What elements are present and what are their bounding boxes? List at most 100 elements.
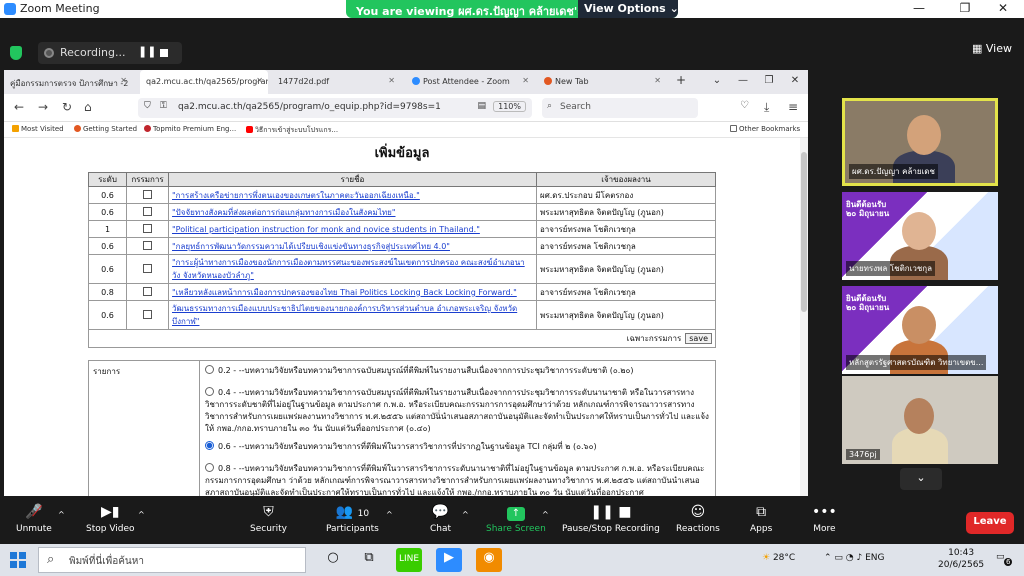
- back-arrow-icon[interactable]: ←: [14, 100, 24, 114]
- stop-recording-icon[interactable]: [160, 49, 168, 57]
- windows-start-icon[interactable]: [10, 552, 26, 568]
- unmute-button[interactable]: 🎤̸ Unmute: [16, 504, 52, 534]
- share-screen-button[interactable]: ↑ Share Screen: [486, 504, 546, 534]
- chat-chevron-icon[interactable]: ^: [462, 510, 469, 519]
- bookmark-other[interactable]: Other Bookmarks: [730, 125, 800, 133]
- zoom-level-badge[interactable]: 110%: [493, 101, 526, 112]
- browser-close-button[interactable]: ✕: [782, 70, 808, 86]
- radio-0-6-selected[interactable]: [205, 441, 214, 450]
- restore-button[interactable]: ❐: [950, 1, 980, 15]
- close-tab-icon[interactable]: ✕: [256, 76, 263, 85]
- tray-icons[interactable]: ⌃ ▭ ◔ ♪ ENG: [824, 553, 884, 563]
- menu-icon[interactable]: ≡: [788, 100, 798, 114]
- browser-restore-button[interactable]: ❐: [756, 70, 782, 86]
- home-icon[interactable]: ⌂: [84, 100, 92, 114]
- work-link[interactable]: "ปัจจัยทางสังคมที่ส่งผลต่อการก่อแกลุ่มทา…: [172, 208, 396, 217]
- gallery-next-button[interactable]: ⌄: [900, 468, 942, 490]
- zoom-app-icon[interactable]: ▶: [436, 548, 462, 572]
- tab-pdf[interactable]: 1477d2d.pdf ✕: [272, 70, 400, 94]
- committee-checkbox[interactable]: [143, 240, 152, 250]
- download-icon[interactable]: ⤓: [764, 100, 769, 115]
- save-button[interactable]: save: [685, 333, 712, 344]
- work-link[interactable]: "Political participation instruction for…: [172, 225, 480, 234]
- apps-button[interactable]: ⧉ Apps: [750, 504, 772, 534]
- committee-checkbox[interactable]: [143, 286, 152, 296]
- reactions-button[interactable]: ☺ Reactions: [676, 504, 720, 534]
- committee-checkbox[interactable]: [143, 223, 152, 233]
- tab-post-attendee[interactable]: Post Attendee - Zoom ✕: [406, 70, 534, 94]
- work-link[interactable]: วัฒนธรรมทางการเมืองแบบประชาธิปไตยของนายก…: [172, 304, 517, 326]
- committee-checkbox[interactable]: [143, 206, 152, 216]
- close-tab-icon[interactable]: ✕: [654, 76, 661, 85]
- work-link[interactable]: "เหลียวหลังแลหน้าการเมืองการปกครองของไทย…: [172, 288, 517, 297]
- weather-widget[interactable]: ☀ 28°C: [762, 553, 795, 563]
- video-options-chevron-icon[interactable]: ^: [138, 510, 145, 519]
- reader-view-icon[interactable]: ▤: [477, 101, 486, 111]
- pocket-icon[interactable]: ♡: [740, 100, 749, 111]
- zoom-logo-icon: [4, 3, 16, 15]
- minimize-button[interactable]: —: [904, 1, 934, 15]
- security-button[interactable]: ⛨ Security: [250, 504, 287, 534]
- work-link[interactable]: "กลยุทธ์การพัฒนาวัดกรรมความได้เปรียบเชิง…: [172, 242, 450, 251]
- option-0-8[interactable]: 0.8 - --บทความวิจัยหรือบทความวิชาการที่ต…: [205, 463, 711, 496]
- participant-tile[interactable]: 3476pj: [842, 376, 998, 464]
- view-button[interactable]: ▦ View: [972, 42, 1012, 55]
- option-0-6[interactable]: 0.6 - --บทความวิจัยหรือบทความวิชาการที่ต…: [205, 441, 711, 453]
- encryption-shield-icon[interactable]: [10, 46, 22, 60]
- participants-chevron-icon[interactable]: ^: [386, 510, 393, 519]
- tab-label: qa2.mcu.ac.th/qa2565/program/o_eq: [146, 77, 268, 86]
- participant-tile[interactable]: ยินดีต้อนรับ ๒๐ มิถุนายน นายทรงพล โชติกเว…: [842, 192, 998, 280]
- notification-center-icon[interactable]: ▭ 6: [996, 552, 1014, 568]
- list-tabs-icon[interactable]: ⌄: [704, 70, 730, 86]
- bookmark-youtube[interactable]: วิธีการเข้าสู่ระบบโปรแกร...: [246, 125, 338, 136]
- line-app-icon[interactable]: LINE: [396, 548, 422, 572]
- participant-tile[interactable]: ยินดีต้อนรับ ๒๐ มิถุนายน หลักสูตรรัฐศาสตร…: [842, 286, 998, 374]
- radio-0-2[interactable]: [205, 365, 214, 374]
- radio-0-4[interactable]: [205, 387, 214, 396]
- participant-tile-speaking[interactable]: ผศ.ดร.ปัญญา คล้ายเดช: [842, 98, 998, 186]
- close-tab-icon[interactable]: ✕: [388, 76, 395, 85]
- close-button[interactable]: ✕: [988, 1, 1018, 15]
- participants-button[interactable]: 👥 10 Participants: [326, 504, 379, 534]
- scrollbar-thumb[interactable]: [801, 152, 807, 312]
- close-tab-icon[interactable]: ✕: [120, 76, 127, 85]
- chat-button[interactable]: 💬 Chat: [430, 504, 451, 534]
- bookmark-most-visited[interactable]: Most Visited: [12, 125, 64, 133]
- close-tab-icon[interactable]: ✕: [522, 76, 529, 85]
- forward-arrow-icon[interactable]: →: [38, 100, 48, 114]
- bookmark-getting-started[interactable]: Getting Started: [74, 125, 137, 133]
- taskbar-search-box[interactable]: ⌕ พิมพ์ที่นี่เพื่อค้นหา: [38, 547, 306, 573]
- pause-stop-recording-button[interactable]: ❚❚ ■ Pause/Stop Recording: [562, 504, 660, 534]
- option-0-4[interactable]: 0.4 - --บทความวิจัยหรือบทความวิชาการฉบับ…: [205, 387, 711, 435]
- committee-checkbox[interactable]: [143, 189, 152, 199]
- tab-manual[interactable]: คู่มือกรรมการตรวจ ป้ภารศึกษา -2 ✕: [4, 70, 132, 94]
- radio-0-8[interactable]: [205, 463, 214, 472]
- firefox-app-icon[interactable]: ◉: [476, 548, 502, 572]
- pause-recording-icon[interactable]: ❚❚: [138, 45, 156, 58]
- lock-icon[interactable]: ⚿: [160, 101, 167, 111]
- search-box[interactable]: ⌕ Search: [542, 98, 698, 118]
- browser-minimize-button[interactable]: —: [730, 70, 756, 86]
- reload-icon[interactable]: ↻: [62, 100, 72, 114]
- tab-qa2-program[interactable]: qa2.mcu.ac.th/qa2565/program/o_eq✕: [140, 70, 268, 94]
- audio-options-chevron-icon[interactable]: ^: [58, 510, 65, 519]
- work-link[interactable]: "การะผู้นำทางการเมืองของนักการเมืองตามทร…: [172, 258, 525, 280]
- option-0-2[interactable]: 0.2 - --บทความวิจัยหรือบทความวิชาการฉบับ…: [205, 365, 711, 377]
- committee-checkbox[interactable]: [143, 263, 152, 273]
- shield-icon[interactable]: ⛉: [144, 101, 151, 111]
- committee-checkbox[interactable]: [143, 309, 152, 319]
- work-link[interactable]: "การสร้างเครือข่ายการพึ่งตนเองของเกษตรใน…: [172, 191, 420, 200]
- stop-video-button[interactable]: ▶▮ Stop Video: [86, 504, 135, 534]
- new-tab-button[interactable]: +: [670, 70, 690, 94]
- task-view-icon[interactable]: ⧉: [356, 548, 382, 572]
- tab-new-tab[interactable]: New Tab ✕: [538, 70, 666, 94]
- url-bar[interactable]: ⛉ ⚿ qa2.mcu.ac.th/qa2565/program/o_equip…: [138, 98, 532, 118]
- more-button[interactable]: ••• More: [812, 504, 837, 534]
- leave-button[interactable]: Leave: [966, 512, 1014, 534]
- view-options-button[interactable]: View Options ⌄: [578, 0, 679, 18]
- bookmark-topmito[interactable]: Topmito Premium Eng...: [144, 125, 236, 133]
- page-scrollbar[interactable]: [800, 138, 808, 496]
- taskbar-clock[interactable]: 10:43 20/6/2565: [938, 547, 984, 571]
- share-chevron-icon[interactable]: ^: [542, 510, 549, 519]
- cortana-icon[interactable]: ○: [320, 548, 346, 572]
